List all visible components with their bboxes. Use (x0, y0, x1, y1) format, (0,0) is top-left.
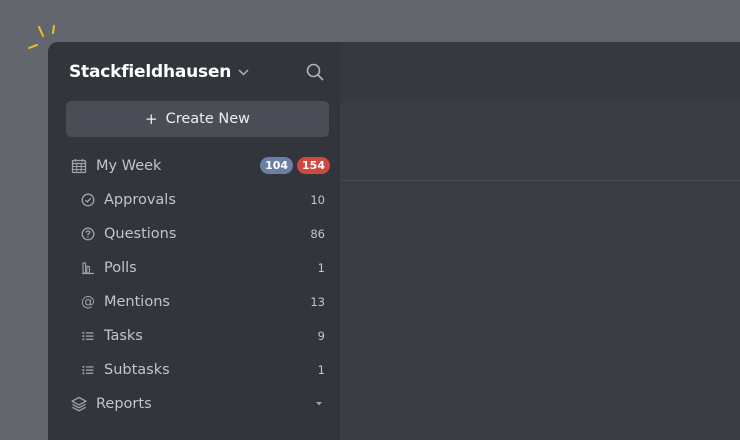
sidebar-item-label: Mentions (104, 294, 170, 310)
layers-icon (70, 395, 88, 413)
sidebar-item-polls[interactable]: Polls 1 (48, 251, 340, 285)
calendar-icon (70, 157, 88, 175)
sidebar-item-label: Reports (96, 396, 152, 412)
item-count: 86 (310, 227, 325, 241)
count-badge-red: 154 (297, 157, 330, 174)
create-new-label: Create New (165, 111, 250, 127)
item-count: 10 (310, 193, 325, 207)
sidebar-item-subtasks[interactable]: Subtasks 1 (48, 353, 340, 387)
sidebar-item-label: My Week (96, 158, 162, 174)
sidebar-item-reports[interactable]: Reports (48, 387, 340, 421)
question-circle-icon (79, 225, 97, 243)
check-circle-icon (79, 191, 97, 209)
sidebar-nav: My Week 104 154 Approvals 10 Questions 8… (48, 149, 340, 421)
create-new-button[interactable]: + Create New (66, 101, 329, 137)
at-icon: @ (81, 294, 95, 310)
item-count: 13 (310, 295, 325, 309)
sidebar-item-approvals[interactable]: Approvals 10 (48, 183, 340, 217)
sidebar-item-questions[interactable]: Questions 86 (48, 217, 340, 251)
app-window: Stackfieldhausen + Create New My Week 10… (48, 42, 740, 440)
list-icon (79, 361, 97, 379)
my-week-badges: 104 154 (260, 157, 330, 174)
item-count: 1 (317, 261, 325, 275)
sidebar-item-label: Subtasks (104, 362, 170, 378)
workspace-header: Stackfieldhausen (69, 60, 326, 84)
sidebar-item-label: Polls (104, 260, 137, 276)
main-content (340, 42, 740, 440)
item-count: 9 (317, 329, 325, 343)
sidebar-item-tasks[interactable]: Tasks 9 (48, 319, 340, 353)
sidebar-item-mentions[interactable]: @ Mentions 13 (48, 285, 340, 319)
main-toolbar-area (340, 100, 740, 181)
chevron-down-icon[interactable] (238, 68, 249, 76)
plus-icon: + (145, 109, 158, 128)
caret-down-icon[interactable] (316, 402, 322, 406)
main-header (340, 42, 740, 100)
item-count: 1 (317, 363, 325, 377)
sidebar-item-label: Questions (104, 226, 177, 242)
sidebar-item-my-week[interactable]: My Week 104 154 (48, 149, 340, 183)
sidebar-item-label: Tasks (104, 328, 143, 344)
workspace-name[interactable]: Stackfieldhausen (69, 62, 231, 82)
sidebar: Stackfieldhausen + Create New My Week 10… (48, 42, 340, 440)
poll-icon (79, 259, 97, 277)
count-badge-blue: 104 (260, 157, 294, 174)
list-icon (79, 327, 97, 345)
search-icon[interactable] (304, 61, 326, 83)
sidebar-item-label: Approvals (104, 192, 176, 208)
